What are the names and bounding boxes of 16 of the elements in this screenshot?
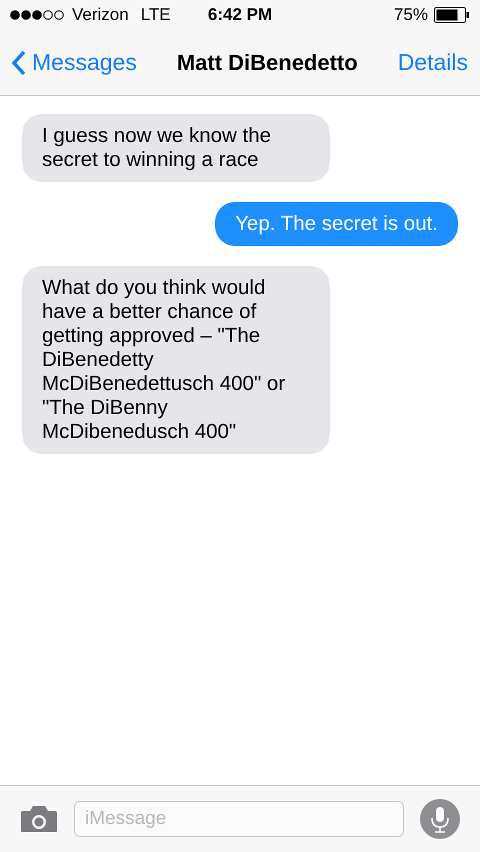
clock-time: 6:42 PM (208, 5, 272, 25)
received-message-bubble: I guess now we know the secret to winning a race (22, 114, 330, 182)
network-type: LTE (140, 5, 171, 25)
battery-percent: 75% (394, 5, 428, 25)
battery-icon (434, 7, 470, 23)
carrier-name: Verizon (72, 5, 129, 25)
received-message-bubble: What do you think would have a better chance of getting approved – "The DiBenedetty McDiBenedettusch 400" or "The DiBenny McDibenedusch 400" (22, 266, 330, 454)
chevron-left-icon (12, 50, 26, 76)
signal-icon (10, 10, 66, 20)
back-button[interactable]: Messages (12, 49, 137, 76)
message-input[interactable]: iMessage (74, 801, 404, 837)
details-button[interactable]: Details (398, 49, 468, 76)
microphone-icon[interactable] (420, 799, 460, 839)
camera-icon[interactable] (20, 805, 58, 833)
sent-message-bubble: Yep. The secret is out. (215, 202, 458, 246)
contact-name: Matt DiBenedetto (176, 50, 359, 76)
